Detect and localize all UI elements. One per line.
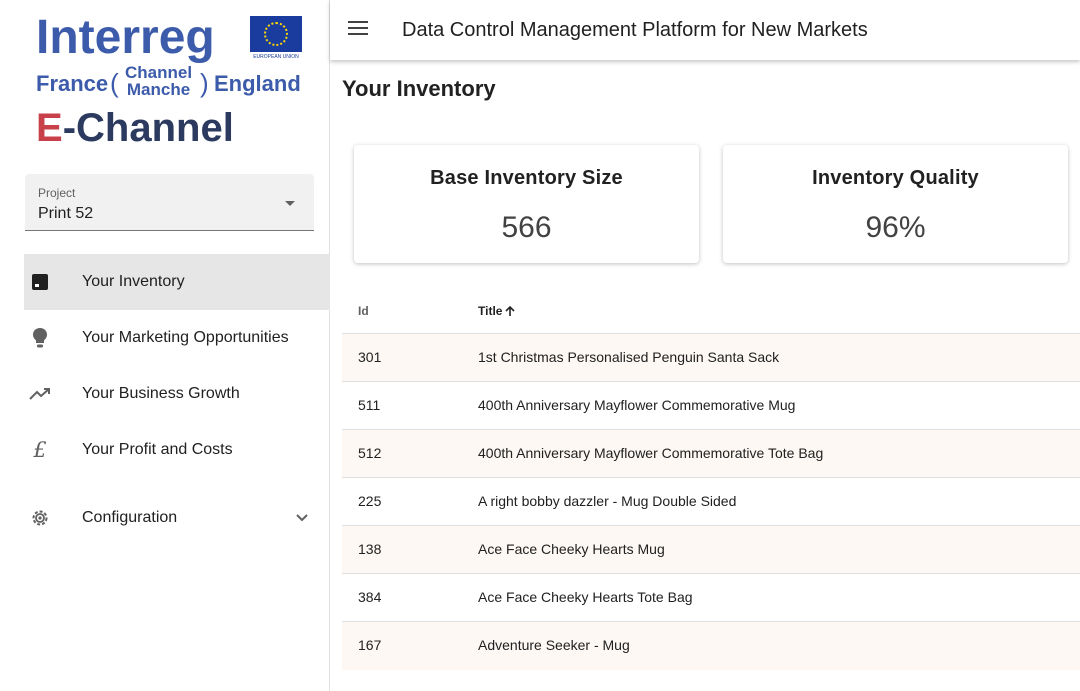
sidebar-item-marketing-opportunities[interactable]: Your Marketing Opportunities [24,310,330,366]
eu-flag-icon [250,16,302,52]
cell-id: 301 [358,349,382,365]
table-row[interactable]: 225 A right bobby dazzler - Mug Double S… [342,478,1080,526]
cell-title: Ace Face Cheeky Hearts Mug [478,541,665,557]
logo-echannel: E-Channel [36,106,234,150]
cell-id: 225 [358,493,382,509]
trending-up-icon [28,382,52,406]
table-row[interactable]: 138 Ace Face Cheeky Hearts Mug [342,526,1080,574]
stat-card-title: Inventory Quality [812,167,979,189]
app-bar: Data Control Management Platform for New… [330,0,1080,60]
table-row[interactable]: 512 400th Anniversary Mayflower Commemor… [342,430,1080,478]
table-header: Id Title [342,286,1080,334]
sidebar-item-inventory[interactable]: Your Inventory [24,254,330,310]
stat-card-value: 566 [501,211,552,244]
project-select[interactable]: Project Print 52 [25,174,314,231]
logo-france-channel-england: France ( Channel Manche ) England [36,64,306,102]
logo-eu-label: EUROPEAN UNION [253,54,299,60]
cell-title: Adventure Seeker - Mug [478,637,630,653]
sidebar-item-label: Your Profit and Costs [82,441,233,458]
logo-channel-word: -Channel [62,106,234,150]
table-row[interactable]: 511 400th Anniversary Mayflower Commemor… [342,382,1080,430]
inventory-table: Id Title 301 1st Christmas Personalised … [342,286,1080,670]
logo-paren-open: ( [110,68,119,98]
interreg-echannel-logo: Interreg EUROPEAN UNION France ( Channel… [36,14,306,154]
inventory-icon [28,270,52,294]
sidebar-item-label: Your Marketing Opportunities [82,329,289,346]
column-header-title-label: Title [478,304,503,318]
column-header-id[interactable]: Id [358,304,369,318]
cell-title: 400th Anniversary Mayflower Commemorativ… [478,445,824,461]
stat-card-value: 96% [865,211,926,244]
stat-card-inventory-quality: Inventory Quality 96% [723,145,1068,263]
sidebar-item-label: Your Inventory [82,273,185,290]
sort-ascending-icon [504,305,516,320]
dropdown-arrow-icon [285,201,295,206]
sidebar-item-configuration[interactable]: Configuration [24,490,330,546]
table-row[interactable]: 167 Adventure Seeker - Mug [342,622,1080,670]
logo-france: France [36,71,109,96]
logo-channel-manche: Channel Manche [125,64,192,98]
sidebar: Interreg EUROPEAN UNION France ( Channel… [0,0,330,691]
logo-paren-close: ) [200,68,209,98]
table-row[interactable]: 384 Ace Face Cheeky Hearts Tote Bag [342,574,1080,622]
cell-title: 1st Christmas Personalised Penguin Santa… [478,349,780,365]
chevron-down-icon[interactable] [294,510,310,526]
stat-card-title: Base Inventory Size [430,167,623,189]
lightbulb-icon [28,326,52,350]
gear-icon [28,506,52,530]
project-select-value: Print 52 [38,205,94,222]
app-title: Data Control Management Platform for New… [402,19,868,41]
sidebar-item-label: Your Business Growth [82,385,240,402]
sidebar-item-label: Configuration [82,509,178,526]
cell-id: 167 [358,637,382,653]
page-title: Your Inventory [342,76,496,101]
logo-manche: Manche [126,80,191,99]
cell-title: A right bobby dazzler - Mug Double Sided [478,493,737,509]
stat-card-inventory-size: Base Inventory Size 566 [354,145,699,263]
column-header-title[interactable]: Title [478,304,516,320]
cell-title: Ace Face Cheeky Hearts Tote Bag [478,589,693,605]
logo-e: E [36,106,63,150]
logo-interreg-text: Interreg [36,11,215,64]
logo-england: England [214,71,301,96]
project-select-label: Project [38,186,76,200]
cell-title: 400th Anniversary Mayflower Commemorativ… [478,397,796,413]
sidebar-nav: Your Inventory Your Marketing Opportunit… [24,254,330,546]
pound-icon: £ [33,438,47,462]
sidebar-item-business-growth[interactable]: Your Business Growth [24,366,330,422]
cell-id: 511 [358,397,381,413]
cell-id: 384 [358,589,382,605]
cell-id: 512 [358,445,382,461]
sidebar-item-profit-costs[interactable]: £ Your Profit and Costs [24,422,330,478]
table-row[interactable]: 301 1st Christmas Personalised Penguin S… [342,334,1080,382]
menu-icon[interactable] [348,18,370,42]
cell-id: 138 [358,541,382,557]
